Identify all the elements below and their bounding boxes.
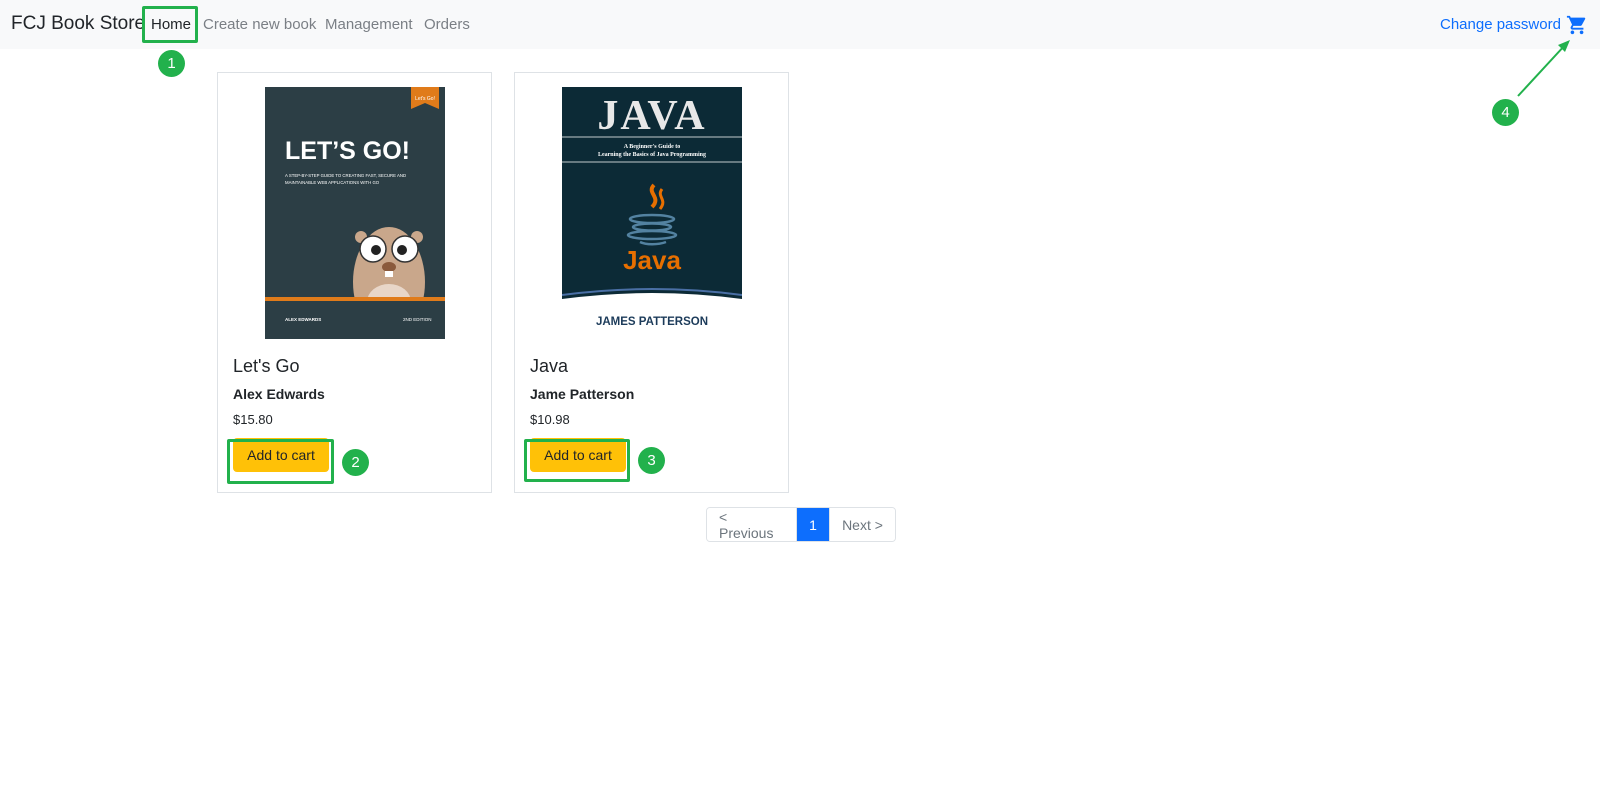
book-card: Let's Go! LET’S GO! A STEP-BY-STEP GUIDE… [217, 72, 492, 493]
book-author: Alex Edwards [233, 386, 325, 402]
book-price: $10.98 [530, 412, 570, 427]
annotation-arrow-icon [1517, 40, 1570, 97]
annotation-badge-1: 1 [158, 50, 185, 77]
annotation-badge-4: 4 [1492, 99, 1519, 126]
cover-heading: LET’S GO! [285, 137, 410, 165]
pagination-previous[interactable]: < Previous [707, 508, 797, 541]
cover-author: JAMES PATTERSON [596, 316, 708, 328]
book-card: JAVA A Beginner's Guide to Learning the … [514, 72, 789, 493]
book-author: Jame Patterson [530, 386, 635, 402]
navbar: FCJ Book Store Home Create new book Mana… [0, 0, 1600, 49]
cover-subtitle-2: Learning the Basics of Java Programming [598, 152, 706, 158]
annotation-box-add-to-cart-1 [227, 439, 334, 484]
cover-subtitle-1: A Beginner's Guide to [624, 144, 681, 150]
annotation-box-add-to-cart-2 [524, 439, 630, 482]
pagination-page-1[interactable]: 1 [797, 508, 829, 541]
book-cover-lets-go[interactable]: Let's Go! LET’S GO! A STEP-BY-STEP GUIDE… [265, 87, 445, 339]
annotation-badge-2: 2 [342, 449, 369, 476]
nav-link-create-new-book[interactable]: Create new book [203, 16, 316, 33]
book-title[interactable]: Let's Go [233, 356, 299, 377]
cover-logo-text: Java [623, 245, 681, 275]
cover-author: ALEX EDWARDS [285, 317, 321, 322]
cover-subtitle-2: MAINTAINABLE WEB APPLICATIONS WITH GO [285, 180, 380, 185]
brand[interactable]: FCJ Book Store [11, 13, 145, 35]
pagination-next[interactable]: Next > [829, 508, 895, 541]
cover-heading: JAVA [597, 93, 706, 139]
book-title[interactable]: Java [530, 356, 568, 377]
nav-link-orders[interactable]: Orders [424, 16, 470, 33]
nav-link-management[interactable]: Management [325, 16, 413, 33]
annotation-box-home [142, 6, 198, 43]
pagination: < Previous 1 Next > [706, 507, 896, 542]
cover-edition: 2ND EDITION [403, 317, 432, 322]
book-cover-java[interactable]: JAVA A Beginner's Guide to Learning the … [562, 87, 742, 339]
annotation-badge-3: 3 [638, 447, 665, 474]
cover-subtitle-1: A STEP-BY-STEP GUIDE TO CREATING FAST, S… [285, 173, 406, 178]
cover-tag: Let's Go! [415, 96, 435, 102]
book-price: $15.80 [233, 412, 273, 427]
